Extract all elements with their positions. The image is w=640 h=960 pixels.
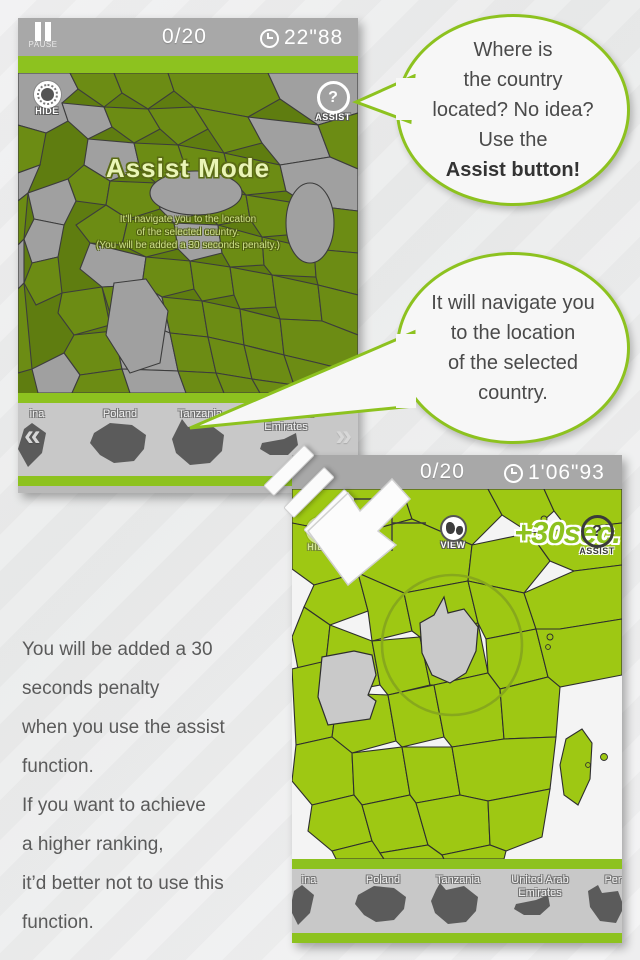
bubble-2-line2: to the location bbox=[450, 322, 576, 344]
bubble-1-line1: Where is bbox=[473, 39, 553, 61]
view-button[interactable]: VIEW bbox=[432, 515, 474, 550]
assist-mode-line3: (You will be added a 30 seconds penalty.… bbox=[95, 240, 280, 251]
speech-bubble-2-tail bbox=[189, 329, 416, 430]
assist-button[interactable]: ? ASSIST bbox=[576, 515, 618, 556]
assist-question-icon: ? bbox=[316, 81, 350, 114]
hide-button[interactable]: HIDE bbox=[26, 81, 68, 116]
screen2-time-value: 1'06"93 bbox=[528, 461, 605, 484]
bubble-2-line1: It will navigate you bbox=[431, 292, 595, 314]
country-name: ina bbox=[29, 408, 45, 420]
speech-bubble-1-tail bbox=[352, 74, 416, 125]
clock-icon bbox=[260, 28, 279, 48]
pause-button[interactable]: PAUSE bbox=[26, 22, 60, 49]
screen2-timer: 1'06"93 bbox=[504, 461, 605, 485]
pause-icon bbox=[26, 22, 60, 41]
clock-icon bbox=[504, 463, 523, 483]
body-line-1: You will be added a 30 bbox=[22, 639, 213, 660]
body-line-4: function. bbox=[22, 756, 94, 777]
assist-question-icon: ? bbox=[580, 515, 614, 548]
assist-mode-line2: of the selected country. bbox=[136, 227, 240, 238]
list-item[interactable]: Poland bbox=[80, 403, 160, 476]
pointer-arrow-graphic bbox=[258, 444, 428, 590]
bubble-1-line5: Assist button! bbox=[445, 159, 581, 181]
body-line-7: it’d better not to use this bbox=[22, 873, 224, 894]
body-paragraph: You will be added a 30 seconds penalty w… bbox=[22, 630, 302, 942]
bubble-1-line2: the country bbox=[463, 69, 563, 91]
screen1-accent-bar-top bbox=[18, 56, 358, 73]
bubble-1-line4: Use the bbox=[478, 129, 548, 151]
assist-mode-line1: It'll navigate you to the location bbox=[119, 214, 257, 225]
pause-label: PAUSE bbox=[28, 40, 58, 49]
speech-bubble-1: Where is the country located? No idea? U… bbox=[396, 14, 630, 206]
list-item[interactable]: Tanzania bbox=[420, 869, 496, 933]
bubble-2-line4: country. bbox=[478, 382, 548, 404]
list-item[interactable]: Per bbox=[584, 869, 622, 933]
assist-mode-title: Assist Mode bbox=[105, 153, 271, 183]
body-line-6: a higher ranking, bbox=[22, 834, 164, 855]
screen2-country-strip[interactable]: ina Poland Tanzania United Arab Emirates… bbox=[292, 869, 622, 933]
screen1-top-bar: PAUSE 0/20 22"88 bbox=[18, 18, 358, 56]
list-item[interactable]: Poland bbox=[346, 869, 420, 933]
screen2-accent-bar bbox=[292, 859, 622, 869]
list-item[interactable]: United Arab Emirates bbox=[496, 869, 584, 933]
screen1-score: 0/20 bbox=[162, 25, 207, 48]
assist-button[interactable]: ? ASSIST bbox=[312, 81, 354, 122]
globe-icon bbox=[439, 515, 467, 542]
body-line-5: If you want to achieve bbox=[22, 795, 206, 816]
body-line-8: function. bbox=[22, 912, 94, 933]
prev-country-button[interactable]: « bbox=[24, 419, 41, 453]
screen2-accent-bar-footer bbox=[292, 933, 622, 943]
bubble-1-line3: located? No idea? bbox=[432, 99, 594, 121]
screen1-time-value: 22"88 bbox=[284, 26, 344, 49]
screen1-timer: 22"88 bbox=[260, 26, 343, 50]
body-line-3: when you use the assist bbox=[22, 717, 225, 738]
hide-icon bbox=[33, 81, 61, 108]
speech-bubble-2: It will navigate you to the location of … bbox=[396, 252, 630, 444]
bubble-1-text: Where is the country located? No idea? U… bbox=[414, 35, 611, 185]
bubble-2-text: It will navigate you to the location of … bbox=[413, 288, 612, 408]
body-line-2: seconds penalty bbox=[22, 678, 160, 699]
bubble-2-line3: of the selected bbox=[447, 352, 579, 374]
